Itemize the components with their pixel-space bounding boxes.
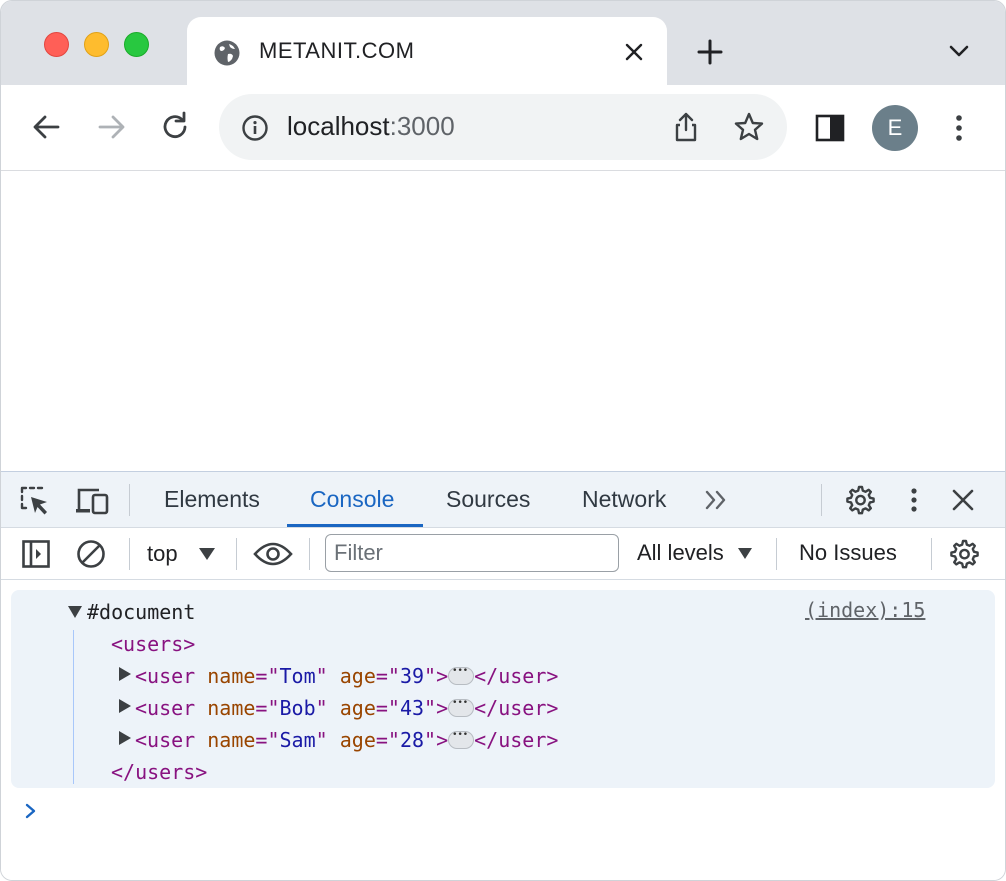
window-zoom-button[interactable] [124,32,149,57]
window-minimize-button[interactable] [84,32,109,57]
toolbar-divider [129,538,130,570]
toolbar-divider [129,484,130,516]
user-age: 39 [399,664,425,688]
devtools-tab-bar: Elements Console Sources Network [1,472,1005,528]
active-tab-indicator [287,524,423,527]
globe-icon [214,40,240,66]
issues-button[interactable]: No Issues [799,540,897,566]
devtools-panel: Elements Console Sources Network top Fil… [1,471,1005,880]
reload-icon[interactable] [155,107,195,147]
user-name: Bob [279,696,316,720]
close-devtools-icon[interactable] [951,488,975,512]
avatar[interactable]: E [872,105,918,151]
source-link[interactable]: (index):15 [805,598,925,622]
toolbar-divider [821,484,822,516]
user-node[interactable]: <user name="Tom" age="39"></user> [135,664,558,688]
gear-icon[interactable] [947,538,979,570]
expand-triangle-icon[interactable] [68,606,82,618]
context-selector[interactable]: top [147,541,178,567]
tab-strip: METANIT.COM [1,1,1005,85]
kebab-menu-icon[interactable] [945,110,973,146]
user-name: Tom [279,664,316,688]
tab-network[interactable]: Network [582,486,666,513]
tree-guide-line [73,630,74,784]
plus-icon[interactable] [695,37,725,67]
browser-window: METANIT.COM localhost:3000 E Elements Co… [0,0,1006,881]
toolbar-divider [309,538,310,570]
address-bar[interactable]: localhost:3000 [219,94,787,160]
console-toolbar: top All levels No Issues [1,528,1005,580]
collapse-triangle-icon[interactable] [119,731,131,745]
chevron-down-icon[interactable] [737,547,753,560]
back-arrow-icon[interactable] [27,107,67,147]
users-open-tag[interactable]: <users> [111,632,195,656]
chevron-down-icon[interactable] [946,41,972,61]
ellipsis-icon[interactable] [448,730,475,749]
chevron-down-icon[interactable] [198,547,216,561]
share-icon[interactable] [671,111,701,143]
tab-console[interactable]: Console [310,486,394,513]
console-message: #document (index):15 <users> <user name=… [11,590,995,788]
forward-arrow-icon[interactable] [91,107,131,147]
url-text[interactable]: localhost:3000 [287,111,455,142]
close-icon[interactable] [623,41,645,63]
side-panel-icon[interactable] [813,111,847,145]
gear-icon[interactable] [843,484,875,516]
user-age: 43 [399,696,425,720]
users-close-tag[interactable]: </users> [111,760,207,784]
user-name: Sam [279,728,316,752]
tab-title: METANIT.COM [259,38,415,63]
kebab-menu-icon[interactable] [903,484,925,516]
browser-toolbar: localhost:3000 E [1,85,1005,171]
tab-elements[interactable]: Elements [164,486,260,513]
tab-sources[interactable]: Sources [446,486,530,513]
console-prompt-icon[interactable] [23,802,39,820]
device-toolbar-icon[interactable] [75,485,111,517]
user-node[interactable]: <user name="Bob" age="43"></user> [135,696,558,720]
star-icon[interactable] [733,111,765,143]
more-tabs-icon[interactable] [702,488,732,512]
user-age: 28 [399,728,425,752]
user-node[interactable]: <user name="Sam" age="28"></user> [135,728,558,752]
sidebar-toggle-icon[interactable] [21,539,51,569]
toolbar-divider [931,538,932,570]
window-close-button[interactable] [44,32,69,57]
url-host: localhost [287,111,390,141]
document-node[interactable]: #document [87,600,195,624]
toolbar-divider [236,538,237,570]
active-tab[interactable]: METANIT.COM [187,17,667,85]
filter-input[interactable] [325,534,619,572]
collapse-triangle-icon[interactable] [119,667,131,681]
ellipsis-icon[interactable] [448,698,475,717]
info-icon[interactable] [241,114,269,142]
inspect-element-icon[interactable] [19,485,51,517]
clear-console-icon[interactable] [75,538,107,570]
eye-icon[interactable] [253,540,293,568]
page-viewport[interactable] [1,171,1005,471]
url-port: :3000 [389,111,455,141]
ellipsis-icon[interactable] [448,666,475,685]
collapse-triangle-icon[interactable] [119,699,131,713]
log-levels-dropdown[interactable]: All levels [637,540,724,566]
toolbar-divider [776,538,777,570]
